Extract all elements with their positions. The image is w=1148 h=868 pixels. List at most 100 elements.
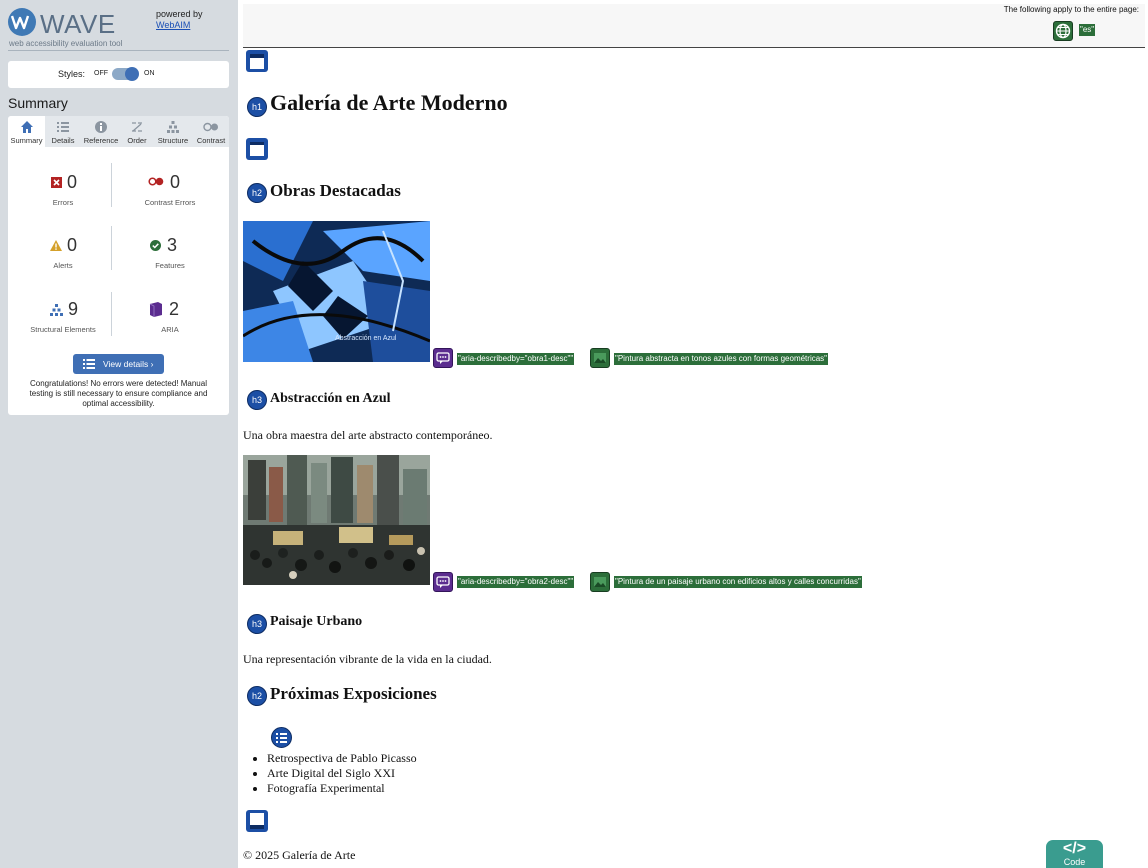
stat-structural-elements[interactable]: 9 Structural Elements [13, 299, 113, 349]
main-landmark-icon[interactable] [246, 138, 268, 160]
unordered-list-icon[interactable] [271, 727, 292, 748]
h3-badge[interactable]: h3 [247, 614, 267, 634]
contrast-errors-count: 0 [170, 172, 181, 192]
webaim-link[interactable]: WebAIM [156, 20, 190, 30]
list-item: Retrospectiva de Pablo Picasso [267, 751, 417, 766]
wave-logo-text: WAVE [40, 9, 116, 39]
artwork-description: Una obra maestra del arte abstracto cont… [243, 428, 493, 442]
page-wide-bar: The following apply to the entire page: … [243, 4, 1145, 48]
aria-count: 2 [169, 299, 180, 319]
tab-label: Order [127, 136, 147, 145]
tab-label: Contrast [196, 136, 226, 145]
error-icon [51, 177, 62, 188]
stat-features[interactable]: 3 Features [120, 235, 220, 285]
structural-label: Structural Elements [30, 325, 96, 334]
aria-label: ARIA [161, 325, 179, 334]
structure-icon [167, 121, 179, 133]
tab-details[interactable]: Details [45, 116, 81, 147]
evaluated-page: The following apply to the entire page: … [238, 0, 1148, 868]
order-icon [132, 122, 142, 132]
list-item: Arte Digital del Siglo XXI [267, 766, 417, 781]
language-globe-icon[interactable] [1053, 21, 1073, 41]
h1-badge[interactable]: h1 [247, 97, 267, 117]
view-details-button[interactable]: View details › [73, 354, 164, 374]
artwork-title: Abstracción en Azul [270, 391, 391, 406]
artwork-title: Paisaje Urbano [270, 614, 363, 629]
stat-errors[interactable]: 0 Errors [13, 172, 113, 222]
artwork-image-abstract: Abstracción en Azul [243, 221, 430, 362]
structure-icon [50, 304, 63, 316]
h2-badge[interactable]: h2 [247, 183, 267, 203]
powered-by-label: powered by [156, 9, 203, 19]
features-count: 3 [167, 235, 178, 255]
feature-check-icon [150, 240, 161, 251]
summary-heading: Summary [8, 95, 68, 111]
aria-describedby-tag: "aria-describedby="obra1-desc"" [457, 353, 575, 365]
divider [111, 292, 112, 336]
code-label: Code [1063, 857, 1086, 867]
page-footer: © 2025 Galería de Arte [243, 848, 356, 862]
view-details-label: View details › [103, 359, 154, 369]
tab-reference[interactable]: Reference [81, 116, 121, 147]
h2-badge[interactable]: h2 [247, 686, 267, 706]
language-tag: "es" [1079, 24, 1096, 36]
styles-toggle-box: Styles: OFF ON [8, 61, 229, 88]
contrast-error-icon [148, 177, 164, 186]
toggle-off-label: OFF [94, 70, 108, 77]
tab-label: Details [51, 136, 75, 145]
info-icon [95, 121, 107, 133]
contrast-icon [203, 122, 218, 132]
list-icon [57, 122, 69, 132]
errors-count: 0 [67, 172, 78, 192]
alt-text-tag: "Pintura de un paisaje urbano con edific… [614, 576, 862, 588]
tab-structure[interactable]: Structure [153, 116, 193, 147]
artwork-caption: Abstracción en Azul [335, 335, 397, 342]
tab-label: Structure [157, 136, 189, 145]
stat-alerts[interactable]: 0 Alerts [13, 235, 113, 285]
styles-label: Styles: [58, 69, 86, 79]
list-item: Fotografía Experimental [267, 781, 417, 796]
toggle-on-label: ON [144, 70, 155, 77]
section-heading-upcoming: Próximas Exposiciones [270, 684, 437, 703]
header-landmark-icon[interactable] [246, 50, 268, 72]
features-label: Features [155, 261, 185, 270]
divider [111, 226, 112, 270]
h3-badge[interactable]: h3 [247, 390, 267, 410]
divider [111, 163, 112, 207]
home-icon [20, 121, 33, 133]
alerts-count: 0 [67, 235, 78, 255]
aria-describedby-tag: "aria-describedby="obra2-desc"" [457, 576, 575, 588]
aria-cube-icon [149, 302, 162, 317]
divider [8, 50, 229, 51]
contrast-errors-label: Contrast Errors [144, 198, 196, 207]
tab-contrast[interactable]: Contrast [193, 116, 229, 147]
aria-describedby-icon[interactable] [433, 348, 453, 368]
wave-logo-icon [8, 8, 36, 36]
powered-by: powered by WebAIM [156, 9, 203, 31]
tab-bar: Summary Details Reference Order Structur… [8, 116, 229, 147]
exhibitions-list: Retrospectiva de Pablo Picasso Arte Digi… [267, 751, 417, 796]
alerts-label: Alerts [53, 261, 73, 270]
alt-text-icon[interactable] [590, 348, 610, 368]
artwork-description: Una representación vibrante de la vida e… [243, 652, 492, 666]
section-heading-featured: Obras Destacadas [270, 181, 401, 200]
wave-sidebar: WAVE web accessibility evaluation tool p… [0, 0, 238, 868]
tab-label: Summary [10, 136, 43, 145]
toggle-knob [125, 67, 139, 81]
congrats-message: Congratulations! No errors were detected… [29, 379, 208, 408]
aria-describedby-icon[interactable] [433, 572, 453, 592]
stat-aria[interactable]: 2 ARIA [120, 299, 220, 349]
summary-panel: Summary Details Reference Order Structur… [8, 116, 229, 415]
alt-text-icon[interactable] [590, 572, 610, 592]
styles-toggle[interactable] [112, 67, 139, 81]
code-toggle-button[interactable]: </> Code [1046, 840, 1103, 868]
stat-contrast-errors[interactable]: 0 Contrast Errors [120, 172, 220, 222]
code-icon: </> [1062, 840, 1087, 857]
tab-order[interactable]: Order [121, 116, 153, 147]
structural-count: 9 [68, 299, 79, 319]
alt-text-tag: "Pintura abstracta en tonos azules con f… [614, 353, 829, 365]
footer-landmark-icon[interactable] [246, 810, 268, 832]
tab-summary[interactable]: Summary [8, 116, 45, 147]
page-wide-note: The following apply to the entire page: [1003, 5, 1139, 14]
artwork-image-urban [243, 455, 430, 585]
